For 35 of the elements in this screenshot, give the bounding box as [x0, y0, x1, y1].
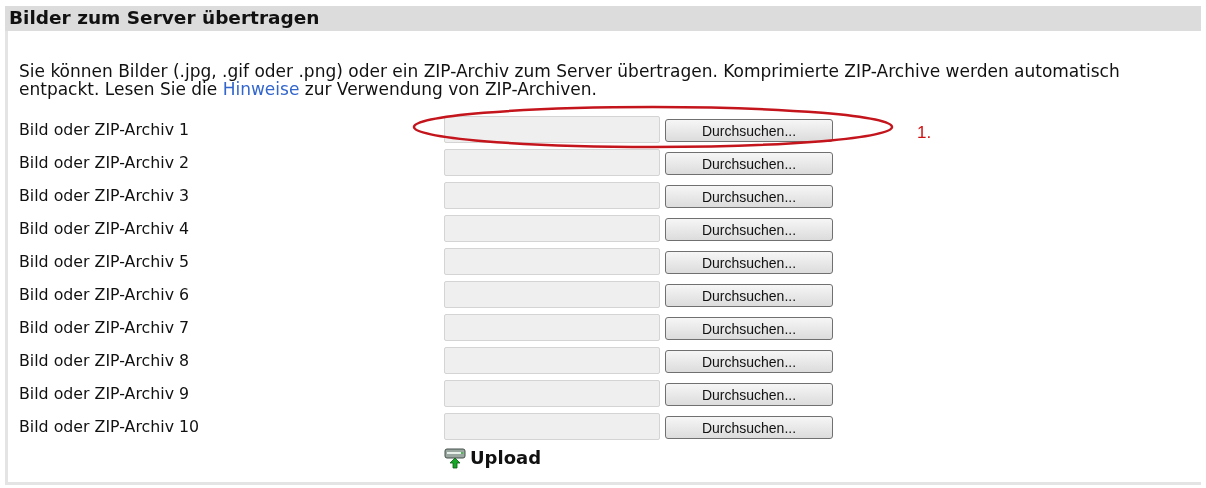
file-path-field[interactable]: [444, 347, 660, 374]
browse-button[interactable]: Durchsuchen...: [665, 416, 833, 439]
annotation-number: 1.: [917, 122, 932, 144]
field-label: Bild oder ZIP-Archiv 9: [19, 382, 191, 405]
file-path-field[interactable]: [444, 314, 660, 341]
browse-button[interactable]: Durchsuchen...: [665, 218, 833, 241]
file-path-field[interactable]: [444, 281, 660, 308]
field-label: Bild oder ZIP-Archiv 2: [19, 151, 191, 174]
field-label: Bild oder ZIP-Archiv 8: [19, 349, 191, 372]
file-path-field[interactable]: [444, 182, 660, 209]
field-label: Bild oder ZIP-Archiv 5: [19, 250, 191, 273]
browse-button[interactable]: Durchsuchen...: [665, 284, 833, 307]
upload-drive-icon: [444, 446, 466, 469]
browse-button[interactable]: Durchsuchen...: [665, 152, 833, 175]
field-label: Bild oder ZIP-Archiv 4: [19, 217, 191, 240]
field-label: Bild oder ZIP-Archiv 3: [19, 184, 191, 207]
browse-button[interactable]: Durchsuchen...: [665, 317, 833, 340]
section-header: Bilder zum Server übertragen: [5, 6, 1201, 31]
field-label: Bild oder ZIP-Archiv 10: [19, 415, 201, 438]
browse-button[interactable]: Durchsuchen...: [665, 383, 833, 406]
browse-button[interactable]: Durchsuchen...: [665, 119, 833, 142]
browse-button[interactable]: Durchsuchen...: [665, 251, 833, 274]
file-path-field[interactable]: [444, 215, 660, 242]
browse-button[interactable]: Durchsuchen...: [665, 350, 833, 373]
file-path-field[interactable]: [444, 413, 660, 440]
field-label: Bild oder ZIP-Archiv 6: [19, 283, 191, 306]
field-label: Bild oder ZIP-Archiv 7: [19, 316, 191, 339]
intro-paragraph: Sie können Bilder (.jpg, .gif oder .png) oder ein ZIP-Archiv zum Server übertragen. Komprimierte ZIP-Archive werden automatisch entpackt. Lesen Sie die Hinweise zur Verwendung von ZIP-Archiven.: [19, 62, 1121, 98]
file-path-field[interactable]: [444, 116, 660, 143]
upload-button[interactable]: Upload: [444, 444, 542, 471]
field-label: Bild oder ZIP-Archiv 1: [19, 118, 191, 141]
browse-button[interactable]: Durchsuchen...: [665, 185, 833, 208]
file-path-field[interactable]: [444, 149, 660, 176]
file-path-field[interactable]: [444, 248, 660, 275]
file-path-field[interactable]: [444, 380, 660, 407]
